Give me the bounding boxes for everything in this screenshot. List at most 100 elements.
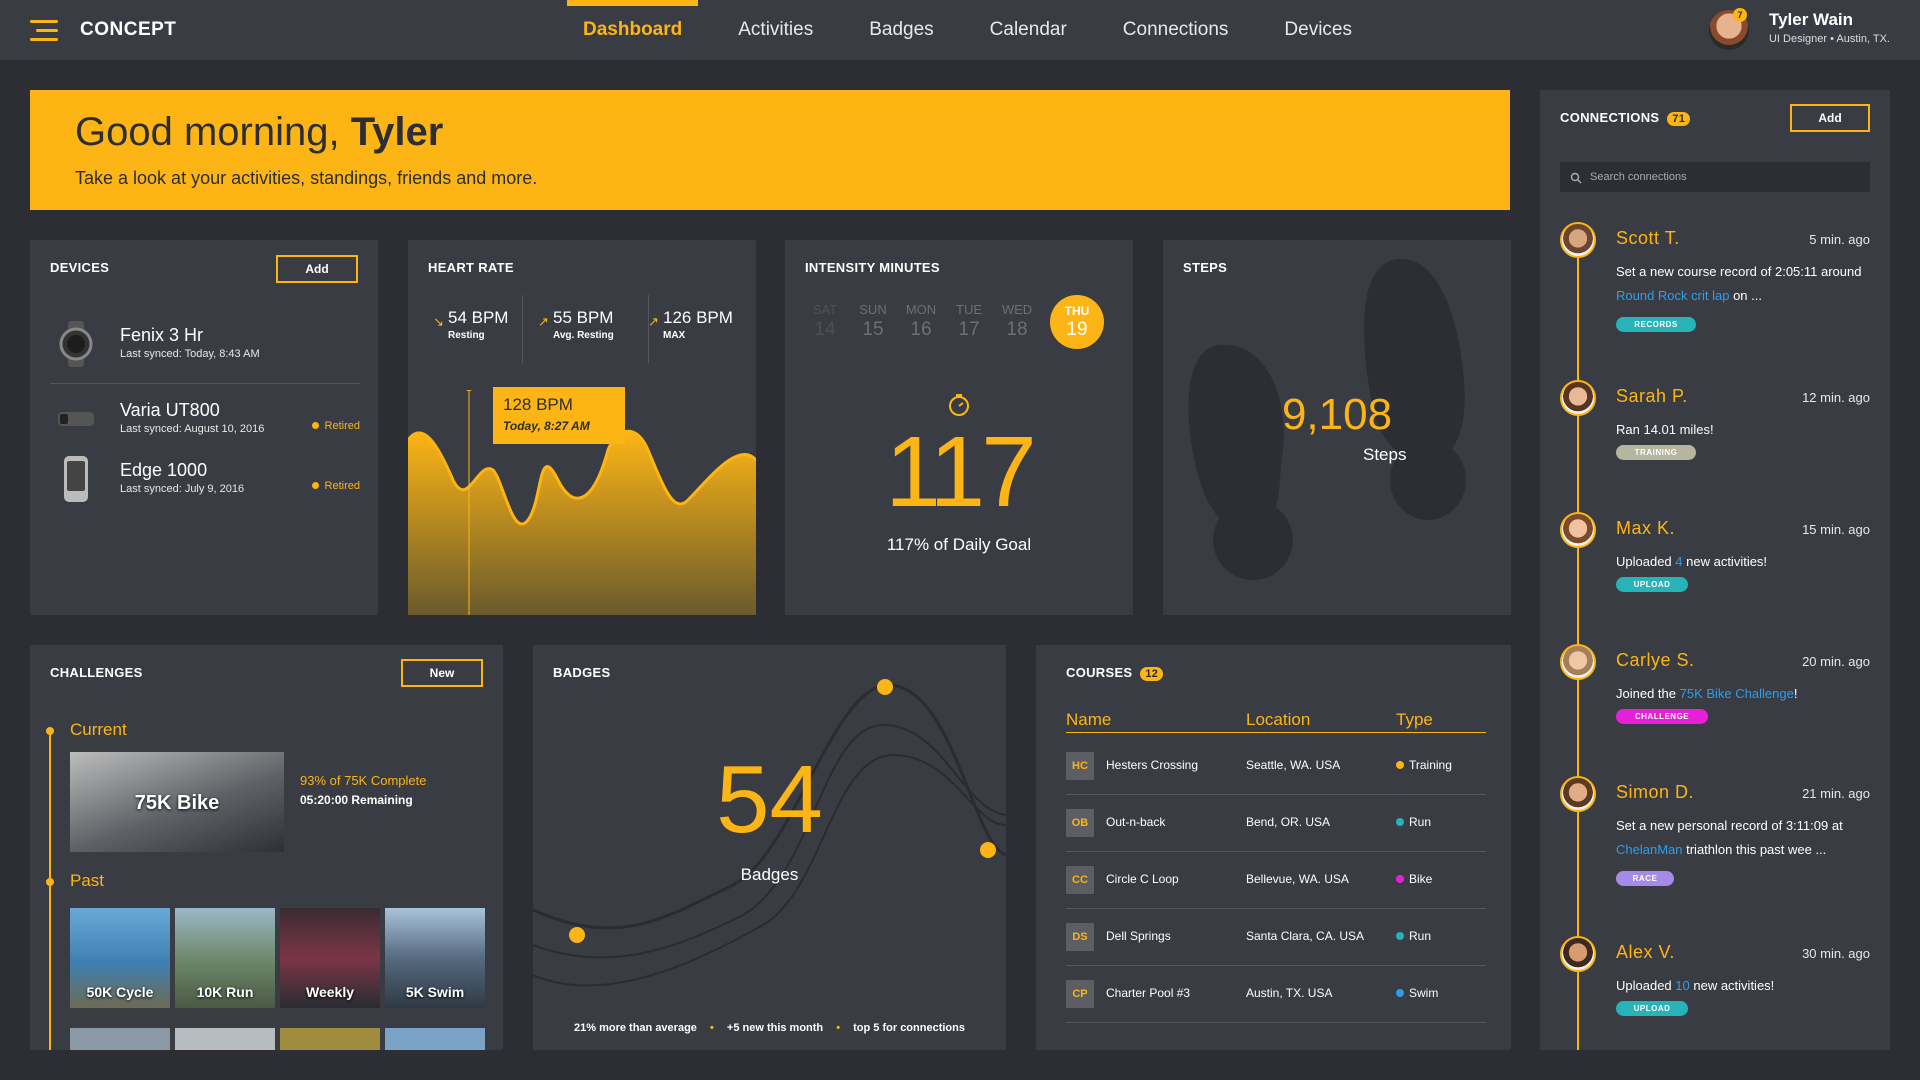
device-item[interactable]: Varia UT800 Last synced: August 10, 2016… bbox=[50, 390, 360, 450]
search-input[interactable]: Search connections bbox=[1560, 162, 1870, 192]
badges-panel: BADGES 54 Badges 21% more than average •… bbox=[533, 645, 1006, 1050]
header-type[interactable]: Type bbox=[1396, 710, 1433, 730]
badges-label: Badges bbox=[740, 865, 799, 884]
nav-badges[interactable]: Badges bbox=[841, 0, 961, 60]
day-tue[interactable]: TUE 17 bbox=[949, 302, 989, 341]
bike-light-icon bbox=[58, 412, 94, 426]
day-mon[interactable]: MON 16 bbox=[901, 302, 941, 341]
courses-panel: COURSES 12 Name Location Type HC Hesters… bbox=[1036, 645, 1511, 1050]
tooltip-value: 128 BPM bbox=[503, 395, 573, 414]
add-device-button[interactable]: Add bbox=[276, 255, 358, 283]
greeting-name: Tyler bbox=[350, 110, 444, 154]
bullet-icon: • bbox=[709, 1022, 714, 1034]
tag-badge[interactable]: TRAINING bbox=[1616, 445, 1696, 460]
device-item[interactable]: Edge 1000 Last synced: July 9, 2016 Reti… bbox=[50, 450, 360, 510]
avatar[interactable] bbox=[1560, 512, 1596, 548]
nav-activities[interactable]: Activities bbox=[710, 0, 841, 60]
menu-icon[interactable] bbox=[30, 20, 58, 42]
past-challenge-card[interactable]: 5K Swim bbox=[385, 908, 485, 1008]
heart-rate-panel[interactable]: HEART RATE ↘ 54 BPM Resting ↗ 55 BPM Avg… bbox=[408, 240, 756, 615]
connection-name[interactable]: Sarah P. bbox=[1616, 386, 1688, 407]
tag-badge[interactable]: RECORDS bbox=[1616, 317, 1696, 332]
connection-activity: Set a new course record of 2:05:11 aroun… bbox=[1616, 260, 1872, 308]
past-challenge-name: 10K Run bbox=[196, 984, 254, 1000]
connection-activity: Joined the 75K Bike Challenge! bbox=[1616, 682, 1872, 706]
tag-badge[interactable]: RACE bbox=[1616, 871, 1674, 886]
table-row[interactable]: DS Dell Springs Santa Clara, CA. USA Run bbox=[1066, 909, 1486, 966]
connection-name[interactable]: Alex V. bbox=[1616, 942, 1675, 963]
avatar[interactable] bbox=[1560, 380, 1596, 416]
activity-link[interactable]: Round Rock crit lap bbox=[1616, 288, 1729, 303]
current-challenge-image[interactable]: 75K Bike bbox=[70, 752, 284, 852]
avatar[interactable] bbox=[1560, 644, 1596, 680]
day-sun[interactable]: SUN 15 bbox=[853, 302, 893, 341]
connection-activity: Set a new personal record of 3:11:09 at … bbox=[1616, 814, 1872, 862]
user-menu[interactable]: 7 Tyler Wain UI Designer • Austin, TX. bbox=[1708, 8, 1890, 52]
tag-badge[interactable]: CHALLENGE bbox=[1616, 709, 1708, 724]
challenges-title: CHALLENGES bbox=[50, 665, 143, 680]
device-name: Edge 1000 bbox=[120, 460, 208, 480]
day-thu-selected[interactable]: THU 19 bbox=[1050, 295, 1104, 349]
courses-table-header: Name Location Type bbox=[1066, 710, 1486, 733]
badges-stat: 21% more than average bbox=[574, 1022, 697, 1034]
device-item[interactable]: Fenix 3 Hr Last synced: Today, 8:43 AM bbox=[50, 315, 360, 375]
avatar[interactable] bbox=[1560, 776, 1596, 812]
past-label: Past bbox=[70, 871, 105, 890]
course-code: DS bbox=[1066, 923, 1094, 951]
nav-dashboard[interactable]: Dashboard bbox=[555, 0, 710, 60]
tag-badge[interactable]: UPLOAD bbox=[1616, 577, 1688, 592]
header-name[interactable]: Name bbox=[1066, 710, 1111, 730]
course-location: Santa Clara, CA. USA bbox=[1246, 929, 1365, 943]
past-challenge-card[interactable]: 50K Cycle bbox=[70, 908, 170, 1008]
heart-rate-tooltip: 128 BPM Today, 8:27 AM bbox=[493, 387, 625, 444]
past-challenge-card[interactable]: 10K Run bbox=[175, 908, 275, 1008]
intensity-minutes-panel: INTENSITY MINUTES SAT 14 SUN 15 MON 16 TUE 1… bbox=[785, 240, 1133, 615]
more-past-challenges bbox=[70, 1028, 490, 1050]
table-row[interactable]: CP Charter Pool #3 Austin, TX. USA Swim bbox=[1066, 966, 1486, 1023]
add-connection-button[interactable]: Add bbox=[1790, 104, 1870, 132]
avatar[interactable] bbox=[1560, 222, 1596, 258]
activity-link[interactable]: 75K Bike Challenge bbox=[1680, 686, 1794, 701]
past-challenge-card[interactable]: Weekly bbox=[280, 908, 380, 1008]
connections-count-badge: 71 bbox=[1667, 112, 1691, 126]
new-challenge-button[interactable]: New bbox=[401, 659, 483, 687]
tooltip-time: Today, 8:27 AM bbox=[503, 419, 590, 433]
avatar[interactable] bbox=[1560, 936, 1596, 972]
day-sat[interactable]: SAT 14 bbox=[805, 302, 845, 341]
day-wed[interactable]: WED 18 bbox=[997, 302, 1037, 341]
nav-connections[interactable]: Connections bbox=[1095, 0, 1257, 60]
intensity-title: INTENSITY MINUTES bbox=[805, 260, 940, 275]
nav-devices[interactable]: Devices bbox=[1256, 0, 1380, 60]
tag-badge[interactable]: UPLOAD bbox=[1616, 1001, 1688, 1016]
challenges-panel: CHALLENGES New Current 75K Bike 93% of 7… bbox=[30, 645, 503, 1050]
connection-activity: Uploaded 10 new activities! bbox=[1616, 974, 1872, 998]
activity-link[interactable]: 4 bbox=[1675, 554, 1682, 569]
activity-link[interactable]: ChelanMan bbox=[1616, 842, 1683, 857]
nav-calendar[interactable]: Calendar bbox=[962, 0, 1095, 60]
connection-name[interactable]: Carlye S. bbox=[1616, 650, 1695, 671]
device-name: Varia UT800 bbox=[120, 400, 220, 420]
arrow-down-icon: ↘ bbox=[433, 314, 444, 329]
course-code: CP bbox=[1066, 980, 1094, 1008]
connections-panel: CONNECTIONS 71 Add Search connections Sc… bbox=[1540, 90, 1890, 1050]
activity-link[interactable]: 10 bbox=[1675, 978, 1689, 993]
connections-title: CONNECTIONS 71 bbox=[1560, 110, 1691, 126]
greeting-title: Good morning, Tyler bbox=[75, 110, 443, 155]
connection-name[interactable]: Max K. bbox=[1616, 518, 1675, 539]
course-code: OB bbox=[1066, 809, 1094, 837]
device-name: Fenix 3 Hr bbox=[120, 325, 204, 345]
day-label: TUE bbox=[956, 302, 982, 317]
header-location[interactable]: Location bbox=[1246, 710, 1310, 730]
table-row[interactable]: HC Hesters Crossing Seattle, WA. USA Tra… bbox=[1066, 738, 1486, 795]
day-date: 18 bbox=[1006, 319, 1028, 340]
connection-activity: Ran 14.01 miles! bbox=[1616, 418, 1872, 442]
connection-name[interactable]: Simon D. bbox=[1616, 782, 1694, 803]
devices-panel: DEVICES Add Fenix 3 Hr Last synced: Toda… bbox=[30, 240, 378, 615]
table-row[interactable]: CC Circle C Loop Bellevue, WA. USA Bike bbox=[1066, 852, 1486, 909]
connections-title-text: CONNECTIONS bbox=[1560, 110, 1660, 125]
current-label: Current bbox=[70, 720, 127, 739]
past-challenge-name: 50K Cycle bbox=[86, 984, 154, 1000]
table-row[interactable]: OB Out-n-back Bend, OR. USA Run bbox=[1066, 795, 1486, 852]
connection-name[interactable]: Scott T. bbox=[1616, 228, 1680, 249]
device-status: Retired bbox=[312, 480, 360, 492]
